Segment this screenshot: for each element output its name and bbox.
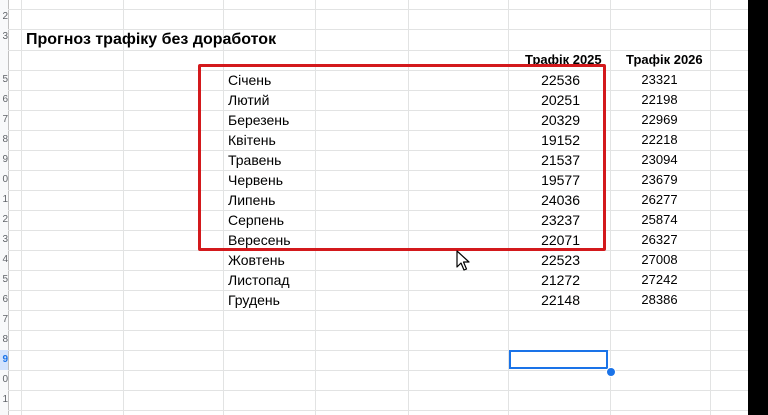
traffic-2026-cell[interactable]: 22218	[610, 130, 709, 150]
traffic-2026-cell[interactable]: 28386	[610, 290, 709, 310]
traffic-2026-cell[interactable]: 26277	[610, 190, 709, 210]
row-number[interactable]: 8	[0, 130, 8, 150]
grid-line	[8, 410, 748, 411]
row-number[interactable]: 1	[0, 190, 8, 210]
row-number[interactable]: 6	[0, 90, 8, 110]
row-number[interactable]: 5	[0, 270, 8, 290]
row-number[interactable]: 5	[0, 70, 8, 90]
row-number[interactable]: 3	[0, 230, 8, 250]
month-cell[interactable]: Грудень	[228, 290, 280, 310]
traffic-2026-cell[interactable]: 27242	[610, 270, 709, 290]
traffic-2026-cell[interactable]: 23679	[610, 170, 709, 190]
traffic-2026-cell[interactable]: 23094	[610, 150, 709, 170]
month-cell[interactable]: Жовтень	[228, 250, 285, 270]
month-cell[interactable]: Листопад	[228, 270, 290, 290]
row-number[interactable]: 4	[0, 250, 8, 270]
traffic-2026-cell[interactable]: 27008	[610, 250, 709, 270]
traffic-2026-cell[interactable]: 23321	[610, 70, 709, 90]
grid-line	[21, 0, 22, 415]
grid-line	[8, 330, 748, 331]
row-number[interactable]: 8	[0, 330, 8, 350]
row-number[interactable]: 1	[0, 390, 8, 410]
fill-handle[interactable]	[606, 367, 616, 377]
traffic-2026-cell[interactable]: 26327	[610, 230, 709, 250]
header-traffic-2026[interactable]: Трафік 2026	[626, 50, 703, 70]
row-number[interactable]: 2	[0, 7, 8, 27]
traffic-2025-cell[interactable]: 22523	[508, 250, 580, 270]
traffic-2025-cell[interactable]: 21272	[508, 270, 580, 290]
sheet-title[interactable]: Прогноз трафіку без доработок	[26, 30, 276, 50]
row-number[interactable]: 9	[0, 350, 8, 370]
grid-line	[8, 350, 748, 351]
mouse-pointer-icon	[456, 250, 470, 271]
highlight-rectangle	[198, 64, 606, 251]
grid-line	[8, 370, 748, 371]
traffic-2025-cell[interactable]: 22148	[508, 290, 580, 310]
grid-line	[8, 310, 748, 311]
grid-line	[8, 390, 748, 391]
row-number[interactable]: 9	[0, 150, 8, 170]
row-number[interactable]: 3	[0, 27, 8, 47]
row-number[interactable]: 7	[0, 310, 8, 330]
row-number[interactable]: 2	[0, 210, 8, 230]
traffic-2026-cell[interactable]: 25874	[610, 210, 709, 230]
grid-line	[8, 9, 748, 10]
row-number[interactable]: 7	[0, 110, 8, 130]
traffic-2026-cell[interactable]: 22969	[610, 110, 709, 130]
spreadsheet-grid[interactable]: 2 3 5 6 7 8 9 0 1 2 3 4 5 6 7 8 9 0 1 Пр…	[0, 0, 748, 415]
window-edge	[748, 0, 768, 415]
traffic-2026-cell[interactable]: 22198	[610, 90, 709, 110]
row-number[interactable]: 6	[0, 290, 8, 310]
row-number[interactable]: 0	[0, 170, 8, 190]
grid-line	[710, 0, 711, 415]
row-number[interactable]: 0	[0, 370, 8, 390]
grid-line	[123, 0, 124, 415]
active-cell-selection[interactable]	[509, 350, 608, 369]
